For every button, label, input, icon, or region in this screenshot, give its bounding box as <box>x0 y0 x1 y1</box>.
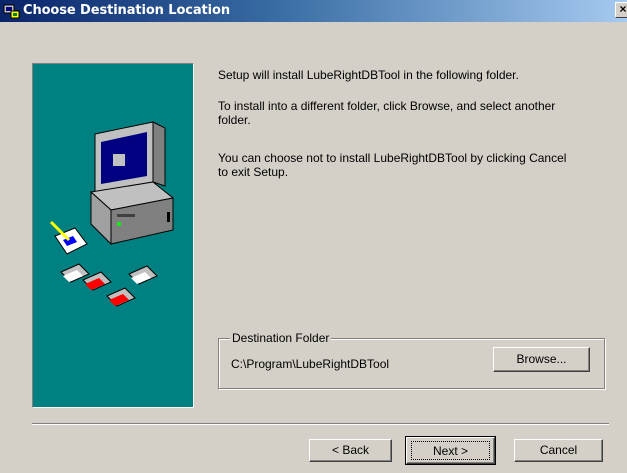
setup-icon <box>3 4 20 19</box>
title-bar[interactable]: Choose Destination Location × <box>0 0 627 22</box>
info-text-different-folder: To install into a different folder, clic… <box>218 99 556 127</box>
close-button[interactable]: × <box>615 2 627 18</box>
destination-path: C:\Program\LubeRightDBTool <box>231 357 390 371</box>
window-title: Choose Destination Location <box>23 3 231 18</box>
info-text-cancel: You can choose not to install LubeRightD… <box>218 151 567 179</box>
back-button[interactable]: < Back <box>309 439 392 462</box>
next-button-label: Next > <box>411 441 490 460</box>
next-button[interactable]: Next > <box>405 436 496 465</box>
destination-folder-group: Destination Folder C:\Program\LubeRightD… <box>218 331 605 389</box>
info-text-install-location: Setup will install LubeRightDBTool in th… <box>218 68 519 82</box>
cancel-button[interactable]: Cancel <box>514 439 603 462</box>
close-icon: × <box>619 2 627 16</box>
separator <box>32 423 609 425</box>
computer-illustration-icon <box>49 121 175 307</box>
browse-button[interactable]: Browse... <box>493 347 590 372</box>
setup-illustration <box>32 63 194 408</box>
destination-folder-label: Destination Folder <box>230 331 332 345</box>
